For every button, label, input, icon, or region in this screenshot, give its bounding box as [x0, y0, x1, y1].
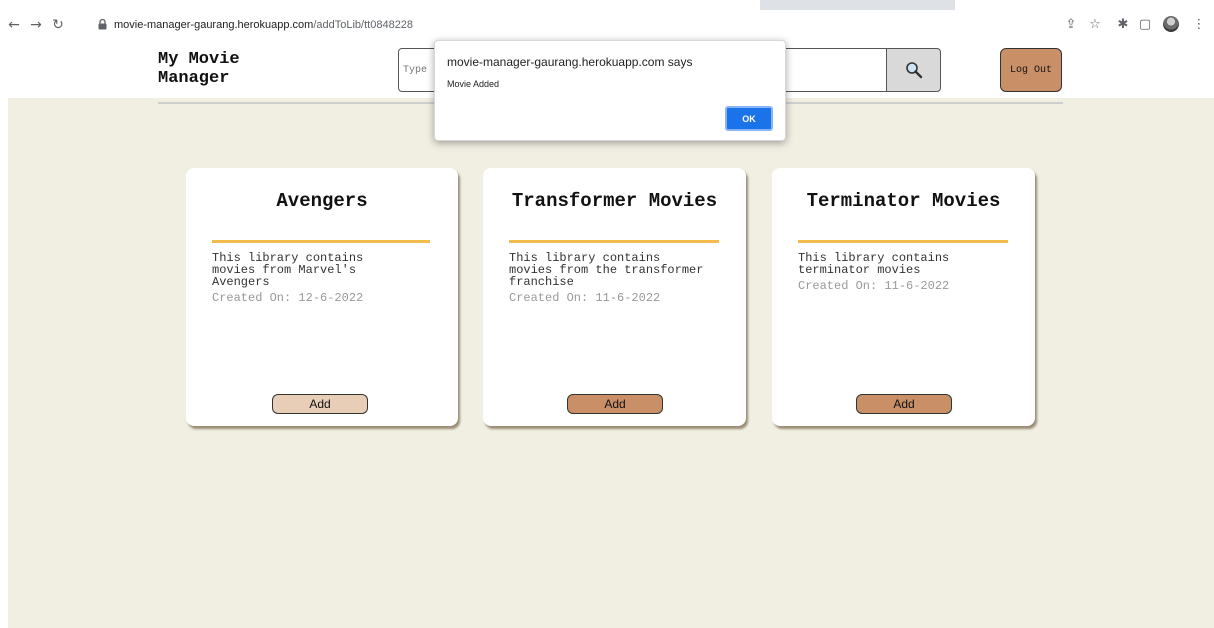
title-underline [212, 240, 430, 243]
title-underline [798, 240, 1008, 243]
library-description-text: This library contains terminator movies [798, 251, 950, 277]
library-description-text: This library contains movies from the tr… [509, 251, 704, 289]
add-to-library-button[interactable]: Add [567, 394, 663, 414]
search-icon [906, 62, 923, 79]
dialog-title: movie-manager-gaurang.herokuapp.com says [447, 55, 693, 69]
forward-icon[interactable]: → [26, 15, 46, 35]
active-tab[interactable] [0, 0, 760, 10]
title-underline [509, 240, 719, 243]
tab-strip [0, 0, 1214, 10]
add-to-library-button[interactable]: Add [272, 394, 368, 414]
alert-dialog: movie-manager-gaurang.herokuapp.com says… [434, 40, 786, 141]
address-bar[interactable]: movie-manager-gaurang.herokuapp.com/addT… [88, 13, 1174, 37]
lock-icon [98, 19, 107, 30]
browser-toolbar: ← → ↻ movie-manager-gaurang.herokuapp.co… [0, 10, 1214, 40]
library-description: This library contains movies from the tr… [509, 252, 709, 304]
dialog-message: Movie Added [447, 79, 500, 89]
library-description: This library contains movies from Marvel… [212, 252, 412, 304]
profile-avatar[interactable] [1163, 16, 1179, 32]
reload-icon[interactable]: ↻ [48, 15, 68, 35]
tab-strip-right [955, 0, 1214, 10]
url-host: movie-manager-gaurang.herokuapp.com [114, 19, 314, 31]
menu-kebab-icon[interactable]: ⋮ [1188, 14, 1210, 36]
library-card-terminator: Terminator Movies This library contains … [772, 168, 1035, 426]
url-path: /addToLib/tt0848228 [313, 19, 414, 31]
back-icon[interactable]: ← [4, 15, 24, 35]
brand-title[interactable]: My Movie Manager [158, 50, 298, 88]
search-button[interactable] [886, 48, 941, 92]
library-card-transformer: Transformer Movies This library contains… [483, 168, 746, 426]
extensions-icon[interactable]: ✱ [1112, 14, 1134, 36]
bookmark-star-icon[interactable]: ☆ [1084, 14, 1106, 36]
library-created-date: Created On: 12-6-2022 [212, 291, 364, 305]
library-title: Terminator Movies [806, 190, 1001, 212]
library-description-text: This library contains movies from Marvel… [212, 251, 364, 289]
library-created-date: Created On: 11-6-2022 [798, 279, 950, 293]
logout-button[interactable]: Log Out [1000, 48, 1062, 92]
library-title: Transformer Movies [511, 190, 718, 212]
add-to-library-button[interactable]: Add [856, 394, 952, 414]
library-title: Avengers [276, 190, 368, 212]
side-panel-icon[interactable]: ▢ [1134, 14, 1156, 36]
ok-button[interactable]: OK [725, 106, 773, 131]
url-text: movie-manager-gaurang.herokuapp.com/addT… [114, 16, 413, 34]
share-icon[interactable]: ⇪ [1060, 14, 1082, 36]
library-description: This library contains terminator movies … [798, 252, 998, 292]
library-card-avengers: Avengers This library contains movies fr… [186, 168, 458, 426]
library-created-date: Created On: 11-6-2022 [509, 291, 661, 305]
